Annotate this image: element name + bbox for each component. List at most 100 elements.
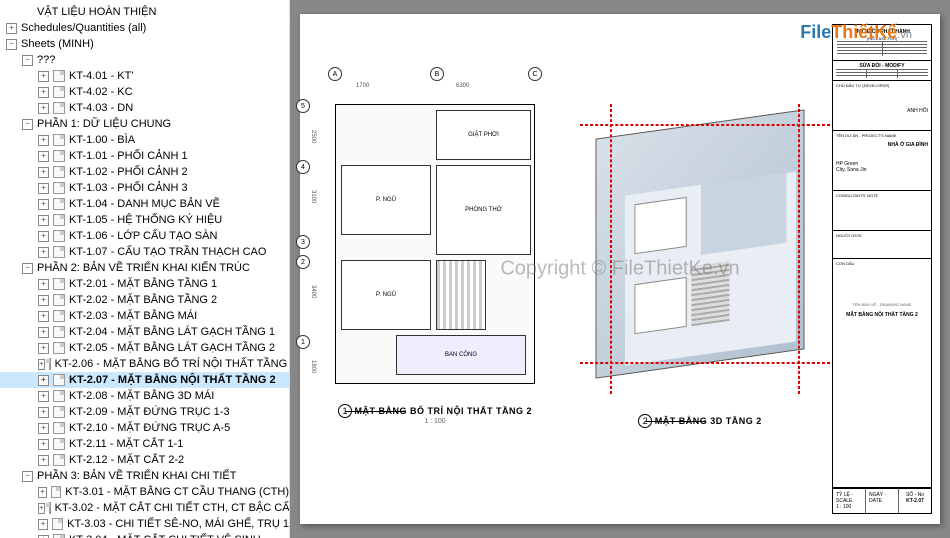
item-label: KT-4.02 - KC [69,85,133,99]
sheet-item[interactable]: +KT-2.04 - MẶT BẰNG LÁT GẠCH TẦNG 1 [0,324,289,340]
expand-icon[interactable]: + [38,343,49,354]
sheet-item[interactable]: + KT-2.03 - MẶT BẰNG MÁI [0,308,289,324]
browser-item[interactable]: −??? [0,52,289,68]
collapse-icon[interactable]: − [22,55,33,66]
sheet-item[interactable]: +KT-2.01 - MẶT BẰNG TẦNG 1 [0,276,289,292]
expand-icon[interactable]: + [38,87,49,98]
browser-group-phan1[interactable]: − PHẦN 1: DỮ LIỆU CHUNG [0,116,289,132]
floor-plan-2d-view[interactable]: A B C 5 4 3 2 1 1700 6300 2500 3100 3400 [320,64,550,494]
expand-icon[interactable]: + [38,295,49,306]
sheet-item[interactable]: + KT-2.05 - MẶT BẰNG LÁT GẠCH TẦNG 2 [0,340,289,356]
sheet-icon [53,310,65,322]
expand-icon[interactable]: + [38,247,49,258]
floor-plan-drawing: A B C 5 4 3 2 1 1700 6300 2500 3100 3400 [335,104,535,384]
sheet-label: KT-2.03 - MẶT BẰNG MÁI [69,309,197,323]
browser-item[interactable]: −Sheets (MINH) [0,36,289,52]
sheet-label: KT-2.12 - MẶT CẮT 2-2 [69,453,184,467]
sheet-label: KT-3.02 - MẶT CẮT CHI TIẾT CTH, CT BẬC C… [55,501,290,515]
sheet-item[interactable]: +KT-1.07 - CẤU TẠO TRẦN THẠCH CAO [0,244,289,260]
grid-bubble-a: A [328,67,342,81]
dimension: 6300 [456,83,469,89]
browser-item[interactable]: VẬT LIỆU HOÀN THIỆN [0,4,289,20]
expand-icon[interactable]: + [38,359,45,370]
sheet-item[interactable]: +KT-2.08 - MẶT BẰNG 3D MÁI [0,388,289,404]
sheet-icon [53,534,65,538]
sheet-item[interactable]: +KT-2.02 - MẶT BẰNG TẦNG 2 [0,292,289,308]
tb-owner-label: CHỦ ĐẦU TƯ (DEVELOPER) [836,83,928,88]
expand-icon[interactable]: + [38,151,49,162]
project-browser[interactable]: VẬT LIỆU HOÀN THIỆN + Schedules/Quantities… [0,0,290,538]
group-label: PHẦN 1: DỮ LIỆU CHUNG [37,117,171,131]
collapse-icon[interactable]: − [22,119,33,130]
grid-bubble-c: C [528,67,542,81]
expand-icon[interactable]: + [38,311,49,322]
sheet-item[interactable]: +KT-1.02 - PHỐI CẢNH 2 [0,164,289,180]
sheet-paper[interactable]: FileThiếtKế.vn Copyright © FileThietKe.v… [300,14,940,524]
sheet-item[interactable]: + KT-3.02 - MẶT CẮT CHI TIẾT CTH, CT BẬC … [0,500,289,516]
expand-icon[interactable]: + [38,183,49,194]
sheet-item[interactable]: +KT-2.07 - MẶT BẰNG NỘI THẤT TẦNG 2 [0,372,289,388]
expand-icon[interactable]: + [38,535,49,538]
sheet-icon [53,294,65,306]
sheet-icon [51,486,61,498]
expand-icon[interactable]: + [38,487,47,498]
sheet-item[interactable]: +KT-3.04 - MẶT CẮT CHI TIẾT VỆ SINH [0,532,289,538]
item-label: Schedules/Quantities (all) [21,21,146,35]
item-label: KT-4.01 - KT' [69,69,133,83]
expand-icon[interactable]: + [38,199,49,210]
sheet-item[interactable]: +KT-1.05 - HỆ THỐNG KÝ HIỆU [0,212,289,228]
sheet-item[interactable]: +KT-2.09 - MẶT ĐỨNG TRỤC 1-3 [0,404,289,420]
sheet-icon [53,278,65,290]
expand-icon[interactable]: + [38,407,49,418]
expand-icon[interactable]: + [38,423,49,434]
sheet-item[interactable]: +KT-1.03 - PHỐI CẢNH 3 [0,180,289,196]
sheet-item[interactable]: +KT-3.01 - MẶT BẰNG CT CẦU THANG (CTH) [0,484,289,500]
expand-icon[interactable]: + [38,215,49,226]
browser-group-phan2[interactable]: − PHẦN 2: BẢN VẼ TRIỂN KHAI KIẾN TRÚC [0,260,289,276]
expand-icon[interactable]: + [6,23,17,34]
tb-drawing-name: MẶT BẰNG NỘI THẤT TẦNG 2 [838,312,926,319]
expand-icon[interactable]: + [38,327,49,338]
sheet-icon [53,166,65,178]
expand-icon[interactable]: + [38,103,49,114]
collapse-icon[interactable]: − [22,471,33,482]
sheet-item[interactable]: + KT-1.06 - LỚP CẤU TẠO SÀN [0,228,289,244]
expand-icon[interactable]: + [38,391,49,402]
sheet-item[interactable]: +KT-3.03 - CHI TIẾT SÊ-NO, MÁI GHẾ, TRỤ … [0,516,289,532]
collapse-icon[interactable]: − [6,39,17,50]
sheet-icon [53,342,65,354]
browser-item[interactable]: + KT-4.02 - KC [0,84,289,100]
floor-plan-3d-view[interactable]: 2 MẶT BẰNG 3D TẦNG 2 [580,64,820,494]
expand-icon[interactable]: + [38,167,49,178]
isometric-drawing [580,104,820,394]
expand-icon[interactable]: + [38,375,49,386]
expand-icon[interactable]: + [38,279,49,290]
sheet-item[interactable]: +KT-1.04 - DANH MỤC BẢN VẼ [0,196,289,212]
sheet-label: KT-1.06 - LỚP CẤU TẠO SÀN [69,229,217,243]
sheet-item[interactable]: + KT-2.12 - MẶT CẮT 2-2 [0,452,289,468]
sheet-label: KT-1.00 - BÌA [69,133,135,147]
expand-icon[interactable]: + [38,71,49,82]
browser-group-phan3[interactable]: − PHẦN 3: BẢN VẼ TRIỂN KHAI CHI TIẾT [0,468,289,484]
browser-item[interactable]: +KT-4.03 - DN [0,100,289,116]
expand-icon[interactable]: + [38,503,45,514]
browser-item[interactable]: + Schedules/Quantities (all) [0,20,289,36]
sheet-label: KT-2.06 - MẶT BẰNG BỐ TRÍ NỘI THẤT TẦNG … [55,357,290,371]
sheet-label: KT-2.05 - MẶT BẰNG LÁT GẠCH TẦNG 2 [69,341,275,355]
collapse-icon[interactable]: − [22,263,33,274]
expand-icon[interactable]: + [38,519,48,530]
expand-icon[interactable]: + [38,135,49,146]
expand-icon[interactable]: + [38,455,49,466]
sheet-item[interactable]: +KT-2.10 - MẶT ĐỨNG TRỤC A-5 [0,420,289,436]
dimension: 1700 [356,83,369,89]
expand-icon[interactable]: + [38,231,49,242]
sheet-item[interactable]: + KT-1.00 - BÌA [0,132,289,148]
item-label: Sheets (MINH) [21,37,94,51]
sheet-item[interactable]: +KT-2.11 - MẶT CẮT 1-1 [0,436,289,452]
drawing-canvas[interactable]: FileThiếtKế.vn Copyright © FileThietKe.v… [290,0,950,538]
title-block: MỤC ĐÍCH PHÁT HÀNH (RELEASE FOR) SỬA ĐỔI… [832,24,932,514]
sheet-item[interactable]: +KT-1.01 - PHỐI CẢNH 1 [0,148,289,164]
expand-icon[interactable]: + [38,439,49,450]
sheet-item[interactable]: + KT-2.06 - MẶT BẰNG BỐ TRÍ NỘI THẤT TẦNG… [0,356,289,372]
browser-item[interactable]: + KT-4.01 - KT' [0,68,289,84]
